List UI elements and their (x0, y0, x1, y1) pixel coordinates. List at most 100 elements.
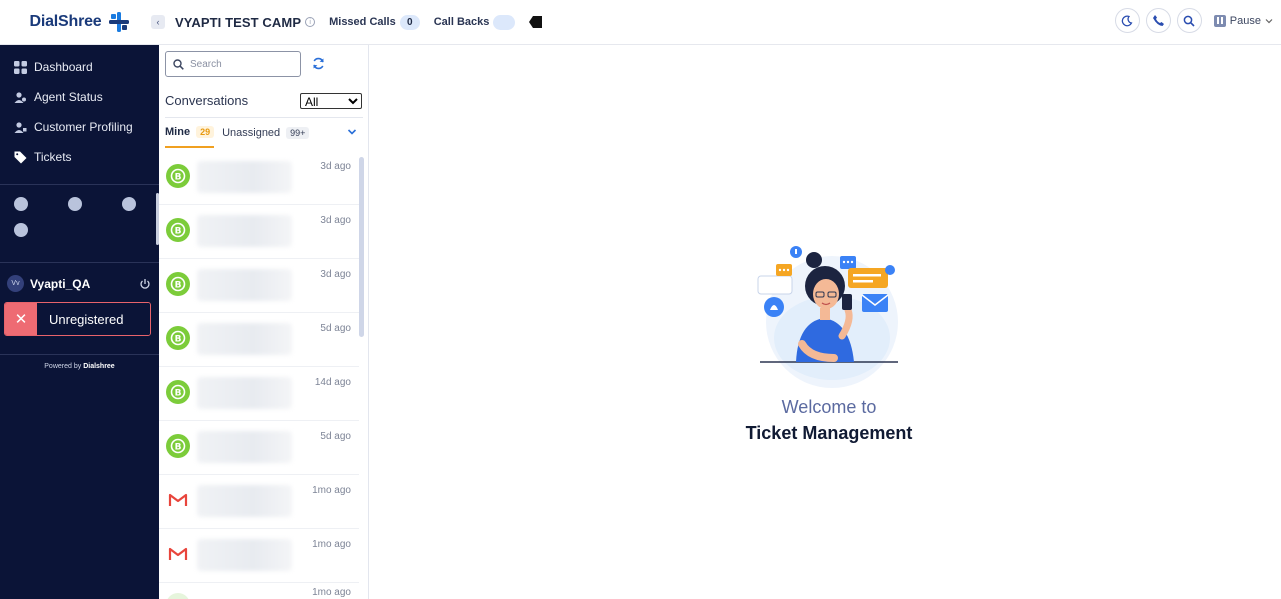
conversation-time: 5d ago (320, 431, 351, 442)
main-content: Welcome to Ticket Management (369, 45, 1281, 599)
page-title: Ticket Management (745, 423, 913, 443)
brand-name: DialShree (29, 13, 102, 30)
missed-calls-label[interactable]: Missed Calls (329, 16, 396, 28)
sidebar-nav: Dashboard Agent Status Customer Profilin… (0, 45, 159, 185)
conversation-list-scrollbar[interactable] (359, 157, 364, 337)
chevron-down-icon[interactable] (347, 127, 357, 137)
conversation-time: 5d ago (320, 323, 351, 334)
blurred-preview (197, 323, 292, 355)
list-item[interactable]: 1mo ago (159, 475, 359, 529)
conversation-panel: Conversations All Mine 29 Unassigned 99+… (159, 45, 369, 599)
tab-unassigned[interactable]: Unassigned 99+ (222, 118, 310, 148)
svg-text:B: B (175, 173, 182, 183)
missed-calls-badge[interactable]: 0 (399, 14, 420, 30)
sidebar-item-label: Dashboard (34, 60, 93, 74)
conversation-time: 3d ago (320, 161, 351, 172)
power-icon[interactable] (139, 278, 151, 290)
pause-label: Pause (1229, 14, 1261, 27)
svg-text:B: B (175, 443, 182, 453)
list-item[interactable]: B 3d ago (159, 151, 359, 205)
email-channel-icon[interactable] (122, 197, 136, 211)
svg-text:B: B (175, 281, 182, 291)
tab-mine[interactable]: Mine 29 (165, 118, 215, 148)
chat-icon (167, 593, 189, 599)
svg-text:B: B (175, 227, 182, 237)
registration-status[interactable]: ✕ Unregistered (4, 302, 151, 336)
phone-channel-icon[interactable] (14, 197, 28, 211)
chevron-down-icon (1265, 18, 1273, 23)
blurred-preview (197, 485, 292, 517)
sidebar-item-customer-profiling[interactable]: Customer Profiling (0, 112, 159, 142)
user-name: Vyapti_QA (30, 276, 91, 291)
tag-icon[interactable] (529, 15, 543, 29)
whatsapp-icon: B (166, 326, 190, 350)
pause-icon (1213, 14, 1226, 27)
blurred-preview (197, 161, 292, 193)
chat-channel-icon[interactable] (14, 223, 28, 237)
search-box[interactable] (165, 51, 301, 77)
pause-dropdown[interactable]: Pause (1213, 14, 1273, 27)
registration-status-label: Unregistered (37, 303, 150, 335)
call-backs-badge[interactable] (493, 14, 516, 30)
brand-logo[interactable]: DialShree (0, 0, 159, 45)
welcome-text: Welcome to (781, 397, 877, 417)
sidebar-item-agent-status[interactable]: Agent Status (0, 82, 159, 112)
conversation-time: 3d ago (320, 215, 351, 226)
conversation-time: 1mo ago (312, 587, 351, 598)
sidebar-item-label: Agent Status (34, 90, 103, 104)
call-backs-label[interactable]: Call Backs (434, 16, 490, 28)
collapse-sidebar-button[interactable]: ‹ (151, 15, 165, 29)
powered-by: Powered by Dialshree (0, 354, 159, 370)
powered-by-brand: Dialshree (83, 363, 115, 370)
whatsapp-icon: B (166, 272, 190, 296)
conversation-time: 3d ago (320, 269, 351, 280)
tab-count-badge: 99+ (286, 126, 310, 139)
call-button[interactable] (1145, 8, 1171, 33)
svg-text:B: B (175, 335, 182, 345)
users-icon (14, 91, 26, 103)
tab-label: Mine (165, 125, 191, 138)
list-item[interactable]: B 14d ago (159, 367, 359, 421)
profile-icon (14, 121, 27, 133)
sidebar: Dashboard Agent Status Customer Profilin… (0, 45, 159, 599)
blurred-preview (197, 215, 292, 247)
support-agent-illustration (757, 246, 898, 388)
close-icon: ✕ (5, 303, 37, 335)
header-actions: Pause (1114, 8, 1273, 33)
powered-by-prefix: Powered by (44, 363, 84, 370)
gmail-icon (168, 493, 188, 506)
list-item[interactable]: 1mo ago (159, 529, 359, 583)
avatar[interactable]: Vv (7, 275, 24, 292)
conversation-time: 1mo ago (312, 539, 351, 550)
info-icon[interactable]: i (305, 17, 316, 27)
search-icon (173, 58, 184, 70)
conversation-tabs: Mine 29 Unassigned 99+ (165, 117, 363, 148)
refresh-icon[interactable] (312, 57, 325, 70)
conversation-time: 1mo ago (312, 485, 351, 496)
conversation-time: 14d ago (314, 377, 351, 388)
sidebar-item-tickets[interactable]: Tickets (0, 142, 159, 172)
brand-mark-icon (108, 12, 129, 32)
list-item[interactable]: B 5d ago (159, 313, 359, 367)
tab-count-badge: 29 (196, 125, 215, 138)
conversation-filter-select[interactable]: All (300, 93, 362, 109)
list-item[interactable]: B 3d ago (159, 205, 359, 259)
list-item[interactable]: B 5d ago (159, 421, 359, 475)
dark-mode-button[interactable] (1114, 8, 1140, 33)
search-icon (1183, 15, 1195, 27)
global-search-button[interactable] (1176, 8, 1202, 33)
tab-label: Unassigned (222, 126, 281, 139)
whatsapp-icon: B (166, 434, 190, 458)
list-item[interactable]: B 3d ago (159, 259, 359, 313)
conversation-list: B 3d ago B 3d ago B 3d ago B 5d ago B 14… (159, 151, 359, 599)
blurred-preview (197, 539, 292, 571)
channel-shortcuts (0, 185, 159, 263)
whatsapp-channel-icon[interactable] (68, 197, 82, 211)
search-input[interactable] (190, 58, 290, 70)
blurred-preview (197, 431, 292, 463)
sidebar-item-label: Tickets (34, 150, 72, 164)
user-info: Vv Vyapti_QA (0, 263, 159, 296)
list-item[interactable]: 1mo ago (159, 583, 359, 599)
sidebar-item-dashboard[interactable]: Dashboard (0, 52, 159, 82)
phone-icon (1152, 15, 1164, 26)
